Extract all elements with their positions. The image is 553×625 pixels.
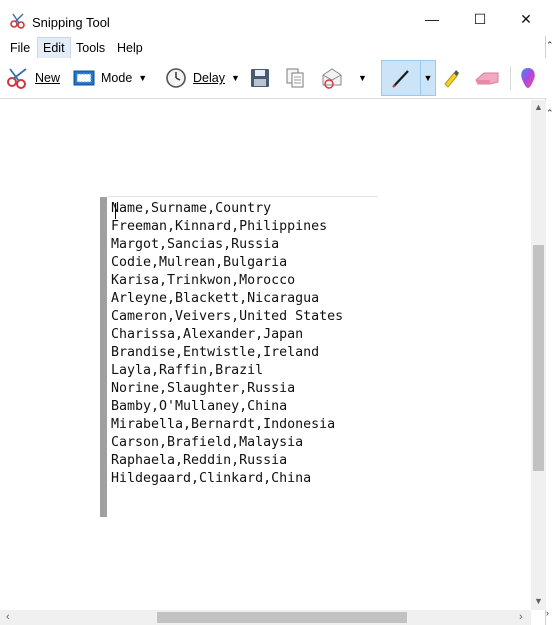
snip-canvas[interactable]: Name,Surname,Country Freeman,Kinnard,Phi…: [5, 100, 531, 610]
horizontal-scrollbar[interactable]: ‹ ›: [0, 610, 531, 625]
text-line: Carson,Brafield,Malaysia: [111, 435, 304, 450]
send-snip-button[interactable]: [320, 60, 346, 96]
close-button[interactable]: ✕: [503, 4, 549, 34]
chevron-down-icon[interactable]: ▼: [138, 73, 147, 83]
text-line: Cameron,Veivers,United States: [111, 309, 344, 324]
minimize-button[interactable]: —: [409, 4, 455, 34]
text-line: Norine,Slaughter,Russia: [111, 381, 296, 396]
background-window-edge: [546, 0, 553, 625]
chevron-right-icon: ›: [546, 608, 549, 618]
copy-button[interactable]: [285, 60, 305, 96]
chevron-up-icon: ⌃: [546, 40, 553, 50]
title-bar[interactable]: Snipping Tool — ☐ ✕: [0, 0, 546, 36]
text-line: Layla,Raffin,Brazil: [111, 363, 264, 378]
new-snip-button[interactable]: New: [6, 60, 60, 96]
text-line: Bamby,O'Mullaney,China: [111, 399, 288, 414]
text-line: Freeman,Kinnard,Philippines: [111, 219, 328, 234]
copy-icon: [286, 68, 304, 88]
chevron-down-icon: ▼: [358, 73, 367, 83]
chevron-down-icon: ▼: [423, 73, 433, 83]
menu-file[interactable]: File: [5, 38, 35, 58]
maximize-button[interactable]: ☐: [457, 4, 503, 34]
send-options-dropdown[interactable]: ▼: [358, 60, 367, 96]
text-line: Margot,Sancias,Russia: [111, 237, 280, 252]
menu-help[interactable]: Help: [112, 38, 148, 58]
email-icon: [322, 68, 342, 89]
editor-top-edge: [108, 196, 378, 197]
chevron-up-icon: ⌃: [546, 108, 553, 118]
toolbar: New Mode ▼ Delay ▼ ▼ ▼: [0, 58, 546, 99]
text-line: Karisa,Trinkwon,Morocco: [111, 273, 296, 288]
vertical-scrollbar[interactable]: ▲ ▼: [531, 100, 546, 610]
pen-tool-button[interactable]: [381, 60, 421, 96]
editor-left-margin: [100, 197, 107, 517]
text-line: Name,Surname,Country: [111, 201, 272, 216]
menu-bar: File Edit Tools Help: [0, 37, 546, 59]
mode-button[interactable]: Mode ▼: [73, 60, 147, 96]
paint3d-icon: [521, 68, 535, 88]
toolbar-separator: [510, 66, 511, 90]
text-line: Arleyne,Blackett,Nicaragua: [111, 291, 320, 306]
captured-text-lines: Name,Surname,Country Freeman,Kinnard,Phi…: [111, 200, 343, 488]
delay-label: Delay: [193, 71, 225, 85]
scissors-icon: [7, 68, 27, 89]
horizontal-scroll-thumb[interactable]: [157, 612, 407, 623]
mode-label: Mode: [101, 71, 133, 85]
chevron-down-icon[interactable]: ▼: [231, 73, 240, 83]
snipping-tool-window: Snipping Tool — ☐ ✕ File Edit Tools Help…: [0, 0, 546, 625]
scroll-left-icon[interactable]: ‹: [6, 611, 10, 623]
paint3d-button[interactable]: [519, 60, 537, 96]
text-line: Hildegaard,Clinkard,China: [111, 471, 312, 486]
text-line: Charissa,Alexander,Japan: [111, 327, 304, 342]
scroll-right-icon[interactable]: ›: [519, 611, 523, 623]
text-line: Brandise,Entwistle,Ireland: [111, 345, 320, 360]
text-line: Codie,Mulrean,Bulgaria: [111, 255, 288, 270]
highlighter-icon: [444, 70, 459, 88]
highlighter-button[interactable]: [440, 60, 462, 96]
text-line: Mirabella,Bernardt,Indonesia: [111, 417, 336, 432]
clock-icon: [166, 68, 186, 88]
save-button[interactable]: [250, 60, 270, 96]
window-title: Snipping Tool: [32, 15, 110, 30]
pen-options-dropdown[interactable]: ▼: [421, 60, 436, 96]
vertical-scroll-thumb[interactable]: [533, 245, 544, 471]
eraser-button[interactable]: [474, 60, 500, 96]
scroll-up-icon[interactable]: ▲: [534, 102, 543, 112]
save-icon: [251, 69, 269, 87]
menu-edit[interactable]: Edit: [37, 37, 71, 59]
mode-rectangle-icon: [73, 70, 95, 86]
text-line: Raphaela,Reddin,Russia: [111, 453, 288, 468]
eraser-icon: [475, 72, 499, 85]
delay-button[interactable]: Delay ▼: [165, 60, 240, 96]
scroll-down-icon[interactable]: ▼: [534, 596, 543, 606]
new-label: New: [35, 71, 61, 85]
pen-icon: [392, 70, 409, 88]
scissors-icon: [10, 13, 25, 29]
menu-tools[interactable]: Tools: [71, 38, 110, 58]
